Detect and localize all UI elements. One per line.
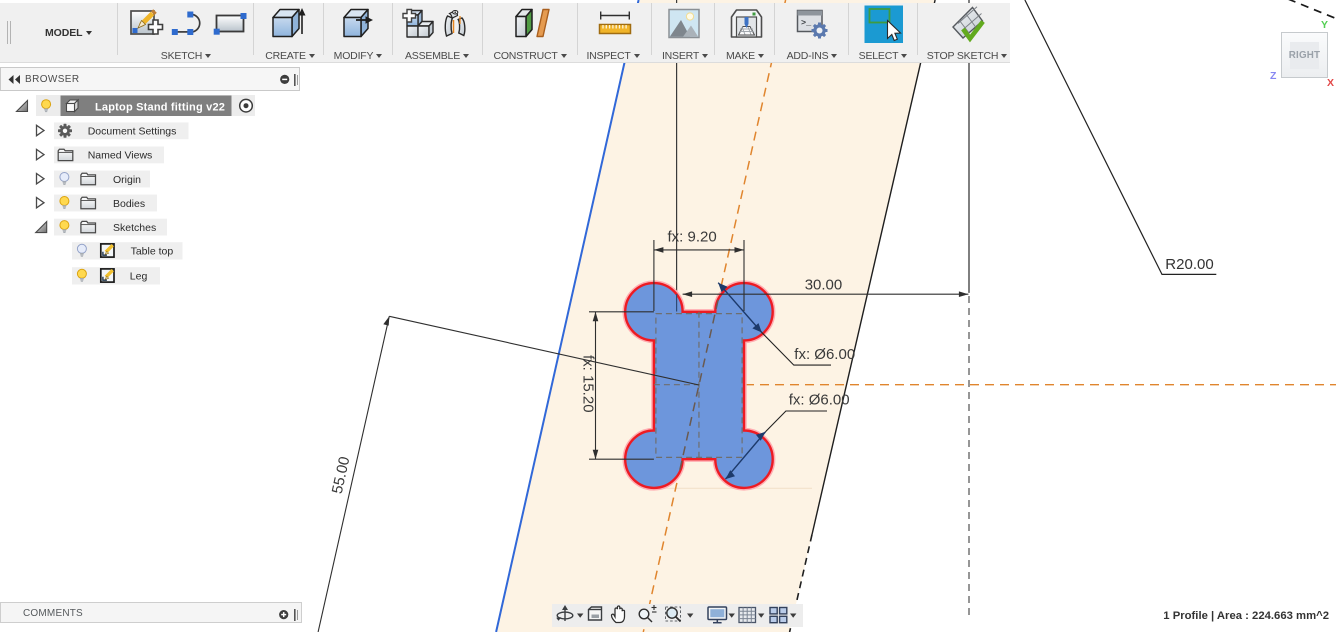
svg-text:Sketches: Sketches bbox=[113, 222, 156, 234]
svg-text:Laptop Stand fitting v22: Laptop Stand fitting v22 bbox=[95, 101, 225, 113]
svg-text:fx: Ø6.00: fx: Ø6.00 bbox=[794, 346, 855, 363]
svg-text:fx: 9.20: fx: 9.20 bbox=[668, 229, 717, 246]
svg-text:>_: >_ bbox=[801, 18, 812, 28]
svg-text:fx: Ø6.00: fx: Ø6.00 bbox=[789, 392, 850, 409]
svg-text:Document Settings: Document Settings bbox=[88, 126, 177, 138]
svg-text:fx: 15.20: fx: 15.20 bbox=[580, 355, 597, 413]
svg-text:Bodies: Bodies bbox=[113, 198, 145, 210]
svg-text:30.00: 30.00 bbox=[805, 276, 843, 293]
svg-text:Origin: Origin bbox=[113, 174, 141, 186]
svg-text:Named Views: Named Views bbox=[88, 150, 153, 162]
svg-text:R20.00: R20.00 bbox=[1165, 256, 1213, 273]
svg-text:Leg: Leg bbox=[130, 271, 148, 283]
svg-text:Table top: Table top bbox=[131, 246, 174, 258]
